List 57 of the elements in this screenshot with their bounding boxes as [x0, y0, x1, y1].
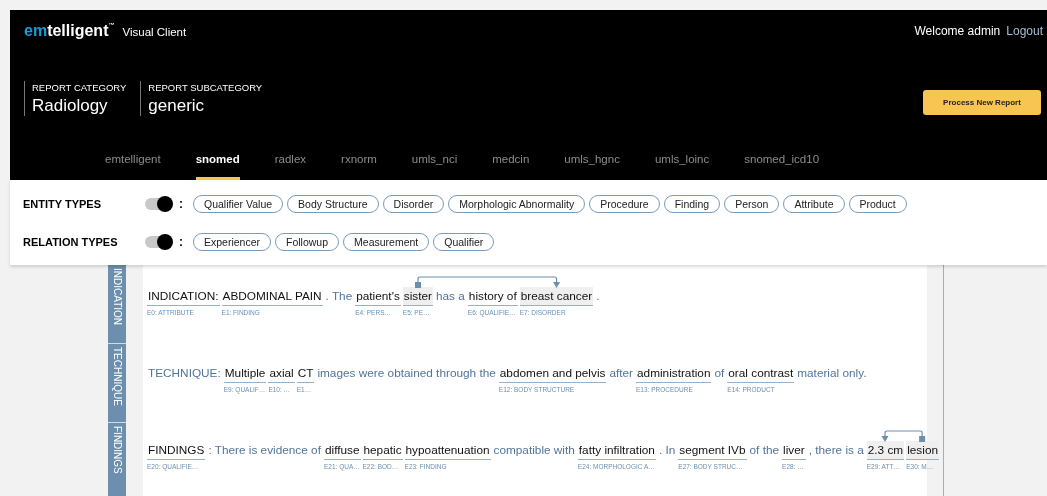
entity-text[interactable]: diffuse	[323, 441, 361, 460]
entity-text[interactable]: liver	[782, 441, 806, 460]
report-text: of	[713, 365, 726, 382]
report-text: TECHNIQUE:	[147, 365, 222, 382]
filter-label: RELATION TYPES	[23, 235, 119, 248]
entity-text[interactable]: ABDOMINAL PAIN	[221, 287, 323, 306]
entity-text[interactable]: hypoattenuation	[404, 441, 491, 460]
entity-text[interactable]: sister	[402, 287, 433, 306]
tab[interactable]: umls_loinc	[654, 140, 710, 180]
entity-text[interactable]: segment IVb	[678, 441, 747, 460]
entity-text[interactable]: INDICATION:	[147, 287, 220, 306]
logo: emtelligent$^{™}$	[24, 22, 115, 40]
report-text: images were obtained through the	[316, 365, 497, 382]
report-text: of the	[748, 442, 781, 459]
tab[interactable]: snomed_icd10	[744, 140, 820, 180]
report-text: after	[608, 365, 634, 382]
report-text: material only.	[796, 365, 868, 382]
report-text: : There is evidence of	[207, 442, 322, 459]
field-label: REPORT SUBCATEGORY	[148, 81, 263, 93]
report-text: . The	[324, 288, 354, 305]
entity-text[interactable]: history of	[467, 287, 518, 306]
entity-text[interactable]: hepatic	[362, 441, 403, 460]
entity-text[interactable]: breast cancer	[519, 287, 594, 306]
welcome-text: Welcome admin	[914, 24, 1001, 38]
entity-text[interactable]: abdomen and pelvis	[498, 364, 607, 383]
entity-text[interactable]: FINDINGS	[147, 441, 206, 460]
tab[interactable]: emtelligent	[105, 140, 161, 180]
report-text: , there is a	[807, 442, 865, 459]
filter-label: ENTITY TYPES	[23, 197, 103, 210]
entity-text[interactable]: 2.3 cm	[866, 441, 905, 460]
field-value: Radiology	[32, 95, 109, 116]
field-label: REPORT CATEGORY	[32, 81, 127, 93]
report-text: .	[595, 288, 601, 305]
separator-text: :	[179, 196, 183, 211]
report-text: has a	[435, 288, 466, 305]
entity-text[interactable]: fatty infiltration	[577, 441, 656, 460]
entity-text[interactable]: patient's	[355, 287, 401, 306]
tab[interactable]: radlex	[274, 140, 307, 180]
tab[interactable]: medcin	[492, 140, 530, 180]
entity-text[interactable]: axial	[268, 364, 295, 383]
entity-text[interactable]: administration	[636, 364, 712, 383]
product-name: Visual Client	[122, 26, 187, 38]
field-value: generic	[148, 95, 206, 116]
logout-link[interactable]: Logout	[1006, 24, 1043, 38]
tab[interactable]: umls_nci	[411, 140, 458, 180]
entity-text[interactable]: CT	[296, 364, 315, 383]
tab[interactable]: umls_hgnc	[564, 140, 620, 180]
tab[interactable]: rxnorm	[341, 140, 377, 180]
toggle-switch[interactable]	[145, 197, 171, 210]
toggle-switch[interactable]	[145, 235, 171, 248]
process-report-button[interactable]: Process New Report	[923, 89, 1041, 115]
separator-text: :	[179, 234, 183, 249]
entity-text[interactable]: lesion	[906, 441, 939, 460]
report-text: compatible with	[492, 442, 576, 459]
entity-text[interactable]: Multiple	[223, 364, 267, 383]
report-text: . In	[657, 442, 677, 459]
entity-text[interactable]: oral contrast	[727, 364, 795, 383]
